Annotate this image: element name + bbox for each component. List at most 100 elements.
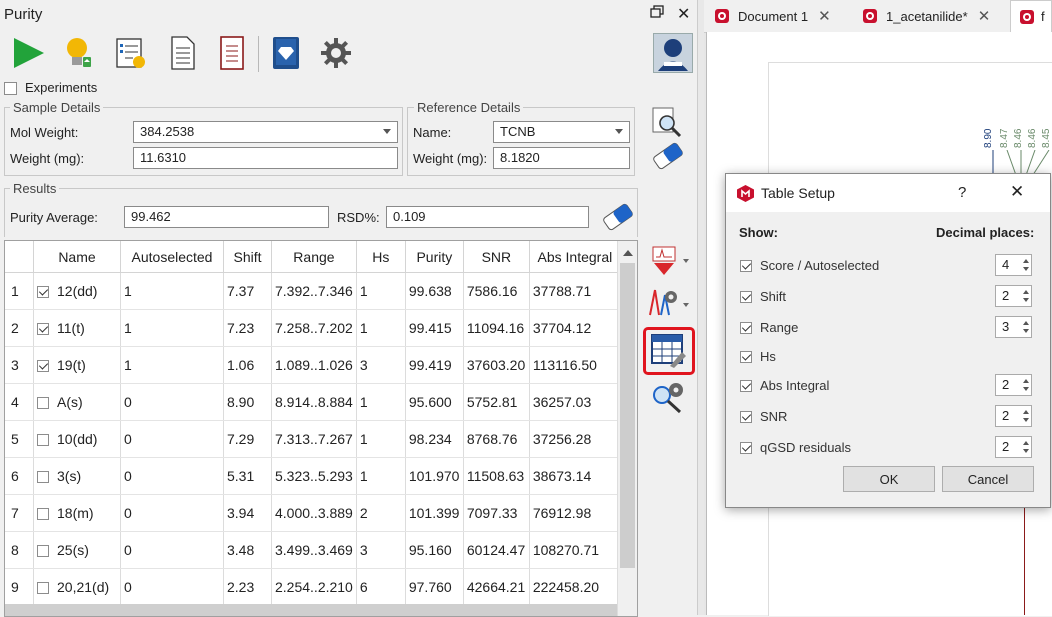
header-purity[interactable]: Purity (405, 241, 464, 273)
header-range[interactable]: Range (271, 241, 357, 273)
decimal-spinbox[interactable]: 2 (995, 405, 1032, 427)
option-shift[interactable]: Shift (740, 289, 786, 304)
decimal-spinbox[interactable]: 2 (995, 374, 1032, 396)
table-row[interactable]: 6 3(s) 0 5.31 5.323..5.293 1 101.970 11508.63 38… (5, 457, 621, 495)
spin-up-icon[interactable] (1023, 259, 1029, 263)
table-row[interactable]: 1 12(dd) 1 7.37 7.392..7.346 1 99.638 7586.16 37… (5, 272, 621, 310)
decimal-spinbox[interactable]: 2 (995, 285, 1032, 307)
option-checkbox[interactable] (740, 321, 752, 334)
spin-down-icon[interactable] (1023, 418, 1029, 422)
option-checkbox[interactable] (740, 350, 752, 363)
close-tab-icon[interactable]: ✕ (978, 7, 991, 25)
row-checkbox[interactable] (37, 360, 49, 373)
vertical-scrollbar[interactable] (617, 241, 637, 616)
table-row[interactable]: 4 A(s) 0 8.90 8.914..8.884 1 95.600 5752.81 3625… (5, 383, 621, 421)
document-icon[interactable] (163, 33, 203, 73)
report-icon[interactable] (212, 33, 252, 73)
row-checkbox[interactable] (37, 471, 49, 484)
row-checkbox[interactable] (37, 545, 49, 558)
header-abs-integral[interactable]: Abs Integral (529, 241, 620, 273)
decimal-spinbox[interactable]: 4 (995, 254, 1032, 276)
name-cell[interactable]: 3(s) (33, 457, 121, 495)
row-checkbox[interactable] (37, 582, 49, 595)
name-cell[interactable]: 11(t) (33, 309, 121, 347)
scroll-up-icon[interactable] (623, 250, 633, 256)
table-row[interactable]: 5 10(dd) 0 7.29 7.313..7.267 1 98.234 8768.76 37… (5, 420, 621, 458)
header-hs[interactable]: Hs (356, 241, 406, 273)
purity-average-field[interactable]: 99.462 (124, 206, 329, 228)
option-checkbox[interactable] (740, 379, 752, 392)
restore-icon[interactable] (650, 5, 664, 22)
checklist-icon[interactable] (110, 33, 150, 73)
option-hs[interactable]: Hs (740, 349, 776, 364)
option-snr[interactable]: SNR (740, 409, 787, 424)
header-shift[interactable]: Shift (223, 241, 272, 273)
mol-weight-combo[interactable]: 384.2538 (133, 121, 398, 143)
gear-icon[interactable] (316, 33, 356, 73)
eraser-icon[interactable] (650, 140, 686, 175)
dialog-close-icon[interactable]: ✕ (1010, 182, 1024, 202)
name-cell[interactable]: 12(dd) (33, 272, 121, 310)
ok-button[interactable]: OK (843, 466, 935, 492)
spin-down-icon[interactable] (1023, 298, 1029, 302)
lightbulb-icon[interactable] (58, 33, 98, 73)
book-icon[interactable] (266, 33, 306, 73)
spin-up-icon[interactable] (1023, 290, 1029, 294)
close-tab-icon[interactable]: ✕ (818, 7, 831, 25)
spin-up-icon[interactable] (1023, 379, 1029, 383)
table-row[interactable]: 2 11(t) 1 7.23 7.258..7.202 1 99.415 11094.16 37… (5, 309, 621, 347)
option-score-autoselected[interactable]: Score / Autoselected (740, 258, 879, 273)
tab-acetanilide[interactable]: 1_acetanilide* ✕ (862, 0, 990, 32)
table-row[interactable]: 8 25(s) 0 3.48 3.499..3.469 3 95.160 60124.47 10… (5, 531, 621, 569)
row-checkbox[interactable] (37, 323, 49, 336)
spin-up-icon[interactable] (1023, 410, 1029, 414)
play-icon[interactable] (8, 33, 48, 73)
table-row[interactable]: 3 19(t) 1 1.06 1.089..1.026 3 99.419 37603.20 11… (5, 346, 621, 384)
reference-name-combo[interactable]: TCNB (493, 121, 630, 143)
table-setup-button[interactable] (643, 327, 695, 375)
search-settings-icon[interactable] (650, 380, 690, 417)
option-checkbox[interactable] (740, 259, 752, 272)
header-name[interactable]: Name (33, 241, 121, 273)
sample-weight-field[interactable]: 11.6310 (133, 147, 398, 169)
table-row[interactable]: 7 18(m) 0 3.94 4.000..3.889 2 101.399 7097.33 76… (5, 494, 621, 532)
scroll-thumb[interactable] (620, 263, 635, 568)
spin-down-icon[interactable] (1023, 387, 1029, 391)
spin-up-icon[interactable] (1023, 441, 1029, 445)
decimal-spinbox[interactable]: 3 (995, 316, 1032, 338)
spin-down-icon[interactable] (1023, 449, 1029, 453)
name-cell[interactable]: 18(m) (33, 494, 121, 532)
magnifier-report-icon[interactable] (650, 106, 684, 141)
option-checkbox[interactable] (740, 290, 752, 303)
option-abs-integral[interactable]: Abs Integral (740, 378, 829, 393)
help-button[interactable]: ? (958, 184, 966, 201)
row-checkbox[interactable] (37, 397, 49, 410)
peak-settings-icon[interactable] (645, 285, 691, 322)
export-spectrum-icon[interactable] (645, 245, 691, 280)
tab-active[interactable]: f (1010, 0, 1052, 32)
name-cell[interactable]: 10(dd) (33, 420, 121, 458)
option-checkbox[interactable] (740, 410, 752, 423)
option-range[interactable]: Range (740, 320, 798, 335)
horizontal-scrollbar[interactable] (5, 604, 617, 616)
spin-up-icon[interactable] (1023, 321, 1029, 325)
name-cell[interactable]: 20,21(d) (33, 568, 121, 606)
header-autoselected[interactable]: Autoselected (120, 241, 224, 273)
spin-down-icon[interactable] (1023, 329, 1029, 333)
cancel-button[interactable]: Cancel (942, 466, 1034, 492)
table-row[interactable]: 9 20,21(d) 0 2.23 2.254..2.210 6 97.760 42664.2… (5, 568, 621, 606)
tab-document-1[interactable]: Document 1 ✕ (714, 0, 831, 32)
rsd-field[interactable]: 0.109 (386, 206, 589, 228)
option-checkbox[interactable] (740, 441, 752, 454)
close-panel-icon[interactable]: ✕ (677, 4, 690, 24)
experiments-checkbox[interactable] (4, 80, 25, 96)
option-qgsd-residuals[interactable]: qGSD residuals (740, 440, 851, 455)
name-cell[interactable]: 25(s) (33, 531, 121, 569)
reference-weight-field[interactable]: 8.1820 (493, 147, 630, 169)
name-cell[interactable]: 19(t) (33, 346, 121, 384)
decimal-spinbox[interactable]: 2 (995, 436, 1032, 458)
row-checkbox[interactable] (37, 286, 49, 299)
spin-down-icon[interactable] (1023, 267, 1029, 271)
name-cell[interactable]: A(s) (33, 383, 121, 421)
clear-results-eraser-icon[interactable] (600, 201, 636, 236)
